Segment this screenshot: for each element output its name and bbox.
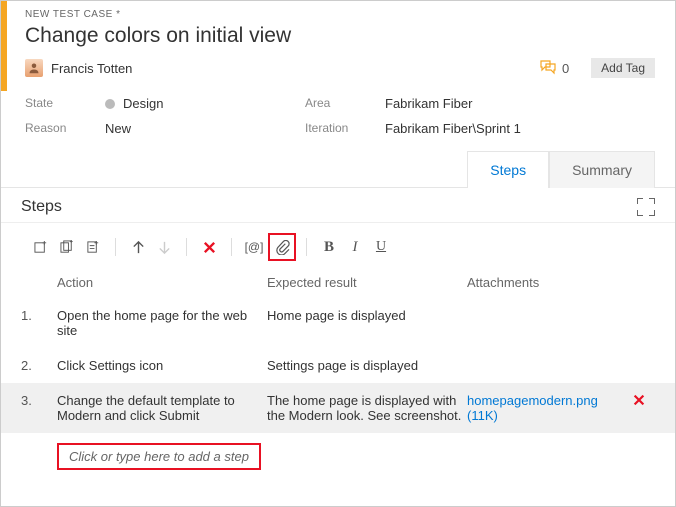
step-expected[interactable]: The home page is displayed with the Mode… <box>267 393 467 423</box>
create-shared-steps-icon[interactable] <box>81 235 105 259</box>
add-tag-button[interactable]: Add Tag <box>591 58 655 78</box>
column-action: Action <box>57 275 267 290</box>
step-action[interactable]: Open the home page for the web site <box>57 308 267 338</box>
bold-icon[interactable]: B <box>317 235 341 259</box>
move-down-icon[interactable] <box>152 235 176 259</box>
state-label: State <box>25 96 85 111</box>
step-attachment <box>467 358 632 373</box>
step-expected[interactable]: Settings page is displayed <box>267 358 467 373</box>
step-attachment <box>467 308 632 338</box>
step-number: 2. <box>21 358 57 373</box>
area-value[interactable]: Fabrikam Fiber <box>385 96 651 111</box>
iteration-label: Iteration <box>305 121 365 136</box>
step-action[interactable]: Change the default template to Modern an… <box>57 393 267 423</box>
state-dot-icon <box>105 99 115 109</box>
attachment-link[interactable]: homepagemodern.png (11K) <box>467 393 632 423</box>
attachment-icon[interactable] <box>268 233 296 261</box>
step-expected[interactable]: Home page is displayed <box>267 308 467 338</box>
column-attachments: Attachments <box>467 275 655 290</box>
state-value[interactable]: Design <box>105 96 285 111</box>
step-action[interactable]: Click Settings icon <box>57 358 267 373</box>
insert-shared-step-icon[interactable] <box>55 235 79 259</box>
step-number: 1. <box>21 308 57 338</box>
table-row[interactable]: 2. Click Settings icon Settings page is … <box>1 348 675 383</box>
discussion-count: 0 <box>562 61 569 76</box>
tab-summary[interactable]: Summary <box>549 151 655 188</box>
table-row[interactable]: 1. Open the home page for the web site H… <box>1 298 675 348</box>
iteration-value[interactable]: Fabrikam Fiber\Sprint 1 <box>385 121 651 136</box>
breadcrumb: NEW TEST CASE * <box>25 9 655 20</box>
move-up-icon[interactable] <box>126 235 150 259</box>
maximize-icon[interactable] <box>637 198 655 216</box>
insert-parameter-icon[interactable]: [@] <box>242 235 266 259</box>
delete-step-icon[interactable] <box>197 235 221 259</box>
step-number: 3. <box>21 393 57 423</box>
assigned-to[interactable]: Francis Totten <box>51 61 132 76</box>
remove-attachment-icon[interactable] <box>632 393 656 423</box>
add-step-input[interactable]: Click or type here to add a step <box>57 443 261 470</box>
avatar[interactable] <box>25 59 43 77</box>
tab-steps[interactable]: Steps <box>467 151 549 188</box>
section-title: Steps <box>21 198 62 216</box>
page-title: Change colors on initial view <box>25 24 655 48</box>
italic-icon[interactable]: I <box>343 235 367 259</box>
insert-step-icon[interactable] <box>29 235 53 259</box>
reason-value[interactable]: New <box>105 121 285 136</box>
reason-label: Reason <box>25 121 85 136</box>
discussion-button[interactable]: 0 <box>540 60 569 76</box>
column-expected: Expected result <box>267 275 467 290</box>
underline-icon[interactable]: U <box>369 235 393 259</box>
area-label: Area <box>305 96 365 111</box>
table-row[interactable]: 3. Change the default template to Modern… <box>1 383 675 433</box>
